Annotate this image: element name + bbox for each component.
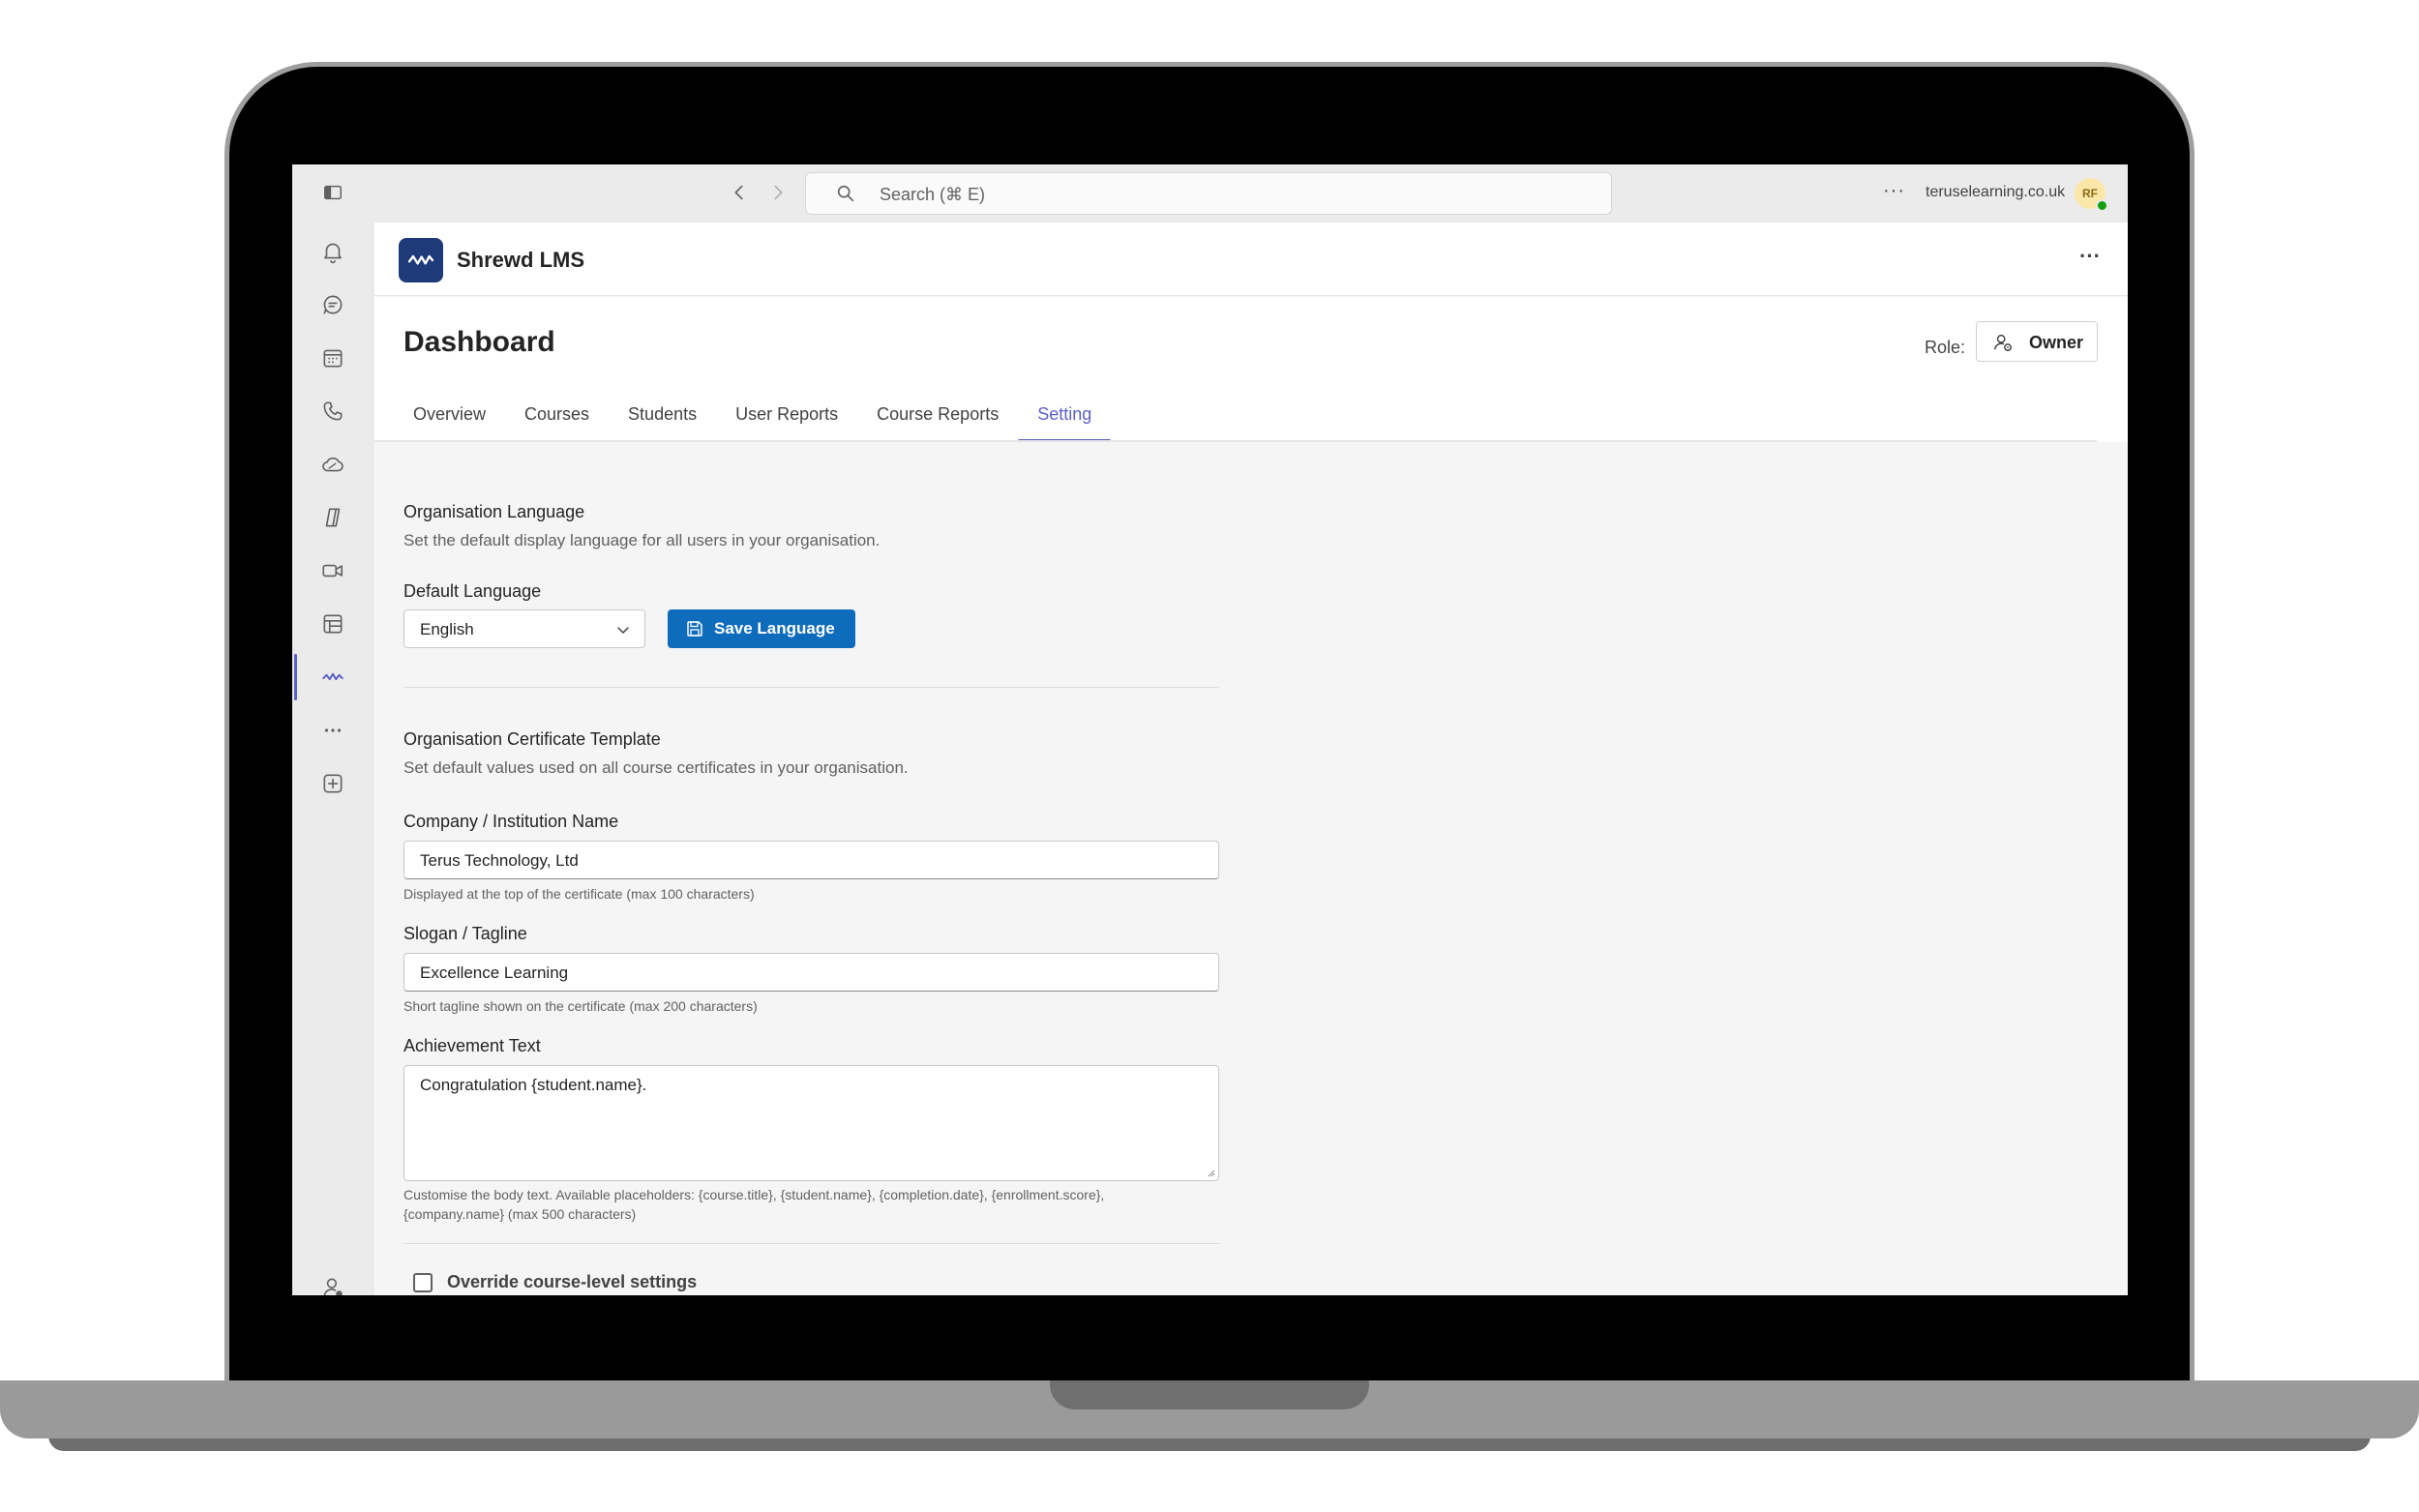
achievement-text-help-line-2: {company.name} (max 500 characters) [403,1206,637,1222]
rail-planner[interactable] [292,597,373,651]
person-icon [323,1278,343,1295]
phone-icon [323,401,343,421]
chevron-down-icon [617,627,629,634]
override-checkbox[interactable] [413,1273,433,1292]
search-icon [837,185,854,202]
role-label: Role: [1925,338,1966,357]
bell-icon [324,243,342,264]
screen-bezel-strip [292,147,2128,164]
save-icon [687,621,702,637]
title-bar: Search (⌘ E) ··· teruselearning.co.uk RF [292,164,2128,222]
avatar[interactable]: RF [2075,178,2108,212]
default-language-label: Default Language [403,581,542,601]
tab-list: Overview Courses Students User Reports C… [394,394,1112,442]
rail-add-app[interactable] [292,756,373,811]
company-name-value: Terus Technology, Ltd [420,851,579,870]
app-header: Shrewd LMS ··· [374,222,2128,296]
app-rail [292,222,373,1295]
tab-divider [374,440,2097,442]
rail-copilot[interactable] [292,490,373,545]
rail-meet[interactable] [292,544,373,598]
ellipsis-icon [324,728,342,732]
company-name-help: Displayed at the top of the certificate … [403,886,755,902]
company-name-input[interactable]: Terus Technology, Ltd [403,841,1219,879]
lms-logo-icon [407,254,434,265]
language-select-value: English [420,620,474,638]
tenant-domain[interactable]: teruselearning.co.uk [1926,184,2065,201]
page-title: Dashboard [403,326,555,358]
rail-calls[interactable] [292,384,373,438]
save-language-button[interactable]: Save Language [668,609,855,648]
tab-course-reports[interactable]: Course Reports [857,394,1018,442]
language-section-description: Set the default display language for all… [403,531,881,549]
achievement-text-label: Achievement Text [403,1036,541,1055]
more-options-icon[interactable]: ··· [1883,180,1905,202]
tab-user-reports[interactable]: User Reports [716,394,857,442]
rail-more-apps[interactable] [292,703,373,757]
app-name: Shrewd LMS [457,248,585,272]
language-select[interactable]: English [403,609,645,648]
rail-shrewd-lms[interactable] [292,650,373,704]
planner-icon [323,614,343,634]
app-more-icon[interactable]: ··· [2079,244,2101,269]
video-camera-icon [322,564,343,578]
tab-students[interactable]: Students [609,394,716,442]
role-button[interactable]: Owner [1976,321,2098,362]
certificate-section-description: Set default values used on all course ce… [403,758,909,777]
presence-status-icon [2096,199,2108,212]
back-arrow-icon[interactable] [728,182,751,205]
sidebar-toggle-icon[interactable] [321,182,344,205]
forward-arrow-icon[interactable] [766,182,790,205]
chat-icon [323,295,343,314]
section-divider [403,687,1219,688]
language-section-title: Organisation Language [403,502,585,521]
save-language-label: Save Language [714,619,835,637]
certificate-section-title: Organisation Certificate Template [403,729,661,749]
laptop-notch [1050,1380,1369,1409]
calendar-icon [323,349,343,368]
override-label[interactable]: Override course-level settings [447,1272,697,1292]
role-value: Owner [2029,333,2084,352]
copilot-icon [325,508,341,527]
lms-wave-icon [322,672,343,681]
search-input[interactable]: Search (⌘ E) [805,172,1612,215]
cloud-icon [322,457,343,472]
company-name-label: Company / Institution Name [403,812,619,831]
achievement-text-value: Congratulation {student.name}. [420,1076,647,1094]
resize-grip-icon[interactable] [1206,1168,1215,1177]
rail-people[interactable] [292,1260,373,1295]
slogan-value: Excellence Learning [420,964,569,982]
search-placeholder: Search (⌘ E) [880,185,986,204]
dashboard-header: Dashboard Role: Owner Overview Courses S… [374,297,2128,442]
person-settings-icon [1994,334,2012,351]
add-app-icon [323,774,343,793]
screen: Search (⌘ E) ··· teruselearning.co.uk RF [292,147,2128,1295]
app-logo [399,238,443,282]
section-divider [403,1243,1219,1244]
tab-courses[interactable]: Courses [505,394,609,442]
rail-calendar[interactable] [292,331,373,385]
rail-chat[interactable] [292,278,373,332]
avatar-initials: RF [2082,187,2098,200]
rail-onedrive[interactable] [292,437,373,491]
rail-activity[interactable] [292,224,373,279]
achievement-text-help-line-1: Customise the body text. Available place… [403,1187,1105,1202]
tab-setting[interactable]: Setting [1018,394,1112,442]
tab-overview[interactable]: Overview [394,394,505,442]
achievement-text-input[interactable]: Congratulation {student.name}. [403,1065,1219,1181]
slogan-input[interactable]: Excellence Learning [403,953,1219,992]
slogan-help: Short tagline shown on the certificate (… [403,998,758,1014]
slogan-label: Slogan / Tagline [403,924,527,943]
settings-panel: Organisation Language Set the default di… [374,444,2128,1295]
